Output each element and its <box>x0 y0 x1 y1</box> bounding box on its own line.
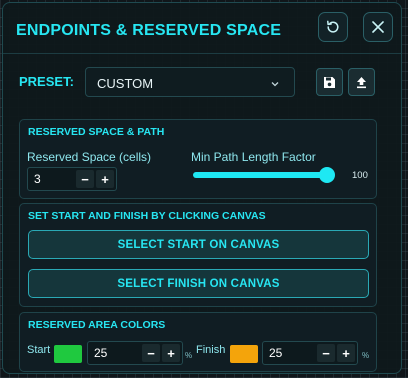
reserved-colors-section-title: RESERVED AREA COLORS <box>28 319 166 331</box>
preset-select-value: CUSTOM <box>97 76 154 91</box>
reserved-space-section-title: RESERVED SPACE & PATH <box>28 126 165 138</box>
min-path-slider-thumb[interactable] <box>319 167 335 183</box>
finish-percent-value: 25 <box>269 346 283 360</box>
header-divider <box>3 53 401 54</box>
min-path-slider-track[interactable] <box>193 172 333 178</box>
reserved-space-value: 3 <box>34 172 41 186</box>
start-percent-unit: % <box>185 351 193 360</box>
reset-button[interactable] <box>318 12 348 42</box>
min-path-value: 100 <box>352 170 368 181</box>
start-percent-decrement-button[interactable]: − <box>142 344 160 362</box>
save-preset-button[interactable] <box>316 68 343 96</box>
reserved-space-label: Reserved Space (cells) <box>27 150 152 164</box>
start-percent-stepper[interactable]: 25 − + <box>87 341 183 365</box>
preset-label: PRESET: <box>19 74 74 89</box>
start-percent-increment-button[interactable]: + <box>162 344 180 362</box>
finish-percent-unit: % <box>362 351 370 360</box>
start-percent-value: 25 <box>94 346 108 360</box>
select-finish-button[interactable]: SELECT FINISH ON CANVAS <box>28 269 369 298</box>
panel-title: ENDPOINTS & RESERVED SPACE <box>16 22 282 39</box>
finish-color-label: Finish <box>196 344 226 356</box>
reserved-space-stepper[interactable]: 3 − + <box>27 167 117 191</box>
reset-icon <box>327 20 339 33</box>
start-color-label: Start <box>27 344 51 356</box>
close-icon <box>372 21 384 33</box>
finish-percent-decrement-button[interactable]: − <box>317 344 335 362</box>
finish-percent-increment-button[interactable]: + <box>337 344 355 362</box>
upload-icon <box>357 76 366 88</box>
reserved-space-decrement-button[interactable]: − <box>76 170 94 188</box>
export-preset-button[interactable] <box>348 68 375 96</box>
min-path-label: Min Path Length Factor <box>191 150 316 164</box>
finish-color-swatch[interactable] <box>230 345 258 363</box>
endpoints-panel: ENDPOINTS & RESERVED SPACE PRESET: CUSTO… <box>2 2 402 374</box>
start-finish-section-title: SET START AND FINISH BY CLICKING CANVAS <box>28 210 266 222</box>
select-start-button[interactable]: SELECT START ON CANVAS <box>28 230 369 259</box>
finish-percent-stepper[interactable]: 25 − + <box>262 341 358 365</box>
preset-select[interactable]: CUSTOM <box>85 67 295 97</box>
close-button[interactable] <box>363 12 393 42</box>
save-icon <box>324 76 335 88</box>
chevron-down-icon <box>270 76 280 94</box>
reserved-space-increment-button[interactable]: + <box>96 170 114 188</box>
start-color-swatch[interactable] <box>54 345 82 363</box>
